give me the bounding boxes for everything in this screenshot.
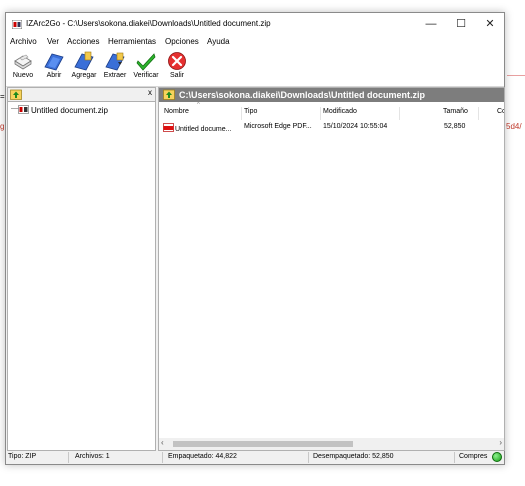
status-separator bbox=[454, 452, 455, 463]
horizontal-scrollbar[interactable]: ‹ › bbox=[159, 438, 504, 450]
menu-archivo[interactable]: Archivo bbox=[10, 37, 37, 46]
extract-button[interactable]: Extraer bbox=[98, 51, 132, 85]
pdf-file-icon bbox=[163, 123, 174, 132]
sort-indicator-icon: ^ bbox=[197, 102, 200, 108]
file-size-cell: 52,850 bbox=[444, 123, 466, 130]
new-archive-icon bbox=[14, 54, 32, 70]
column-separator[interactable] bbox=[399, 107, 400, 120]
add-button-label: Agregar bbox=[71, 72, 97, 79]
column-separator[interactable] bbox=[320, 107, 321, 120]
scroll-left-arrow-icon[interactable]: ‹ bbox=[161, 438, 164, 447]
scroll-right-arrow-icon[interactable]: › bbox=[499, 438, 502, 447]
column-header-modified[interactable]: Modificado bbox=[323, 108, 357, 115]
verify-button[interactable]: Verificar bbox=[129, 51, 163, 85]
status-packed-size: Empaquetado: 44,822 bbox=[168, 453, 237, 460]
open-button[interactable]: Abrir bbox=[37, 51, 71, 85]
status-ok-icon bbox=[492, 452, 502, 462]
current-path: C:\Users\sokona.diakei\Downloads\Untitle… bbox=[179, 90, 426, 100]
status-separator bbox=[308, 452, 309, 463]
check-icon bbox=[136, 53, 156, 71]
close-button[interactable]: ✕ bbox=[475, 13, 505, 36]
verify-button-label: Verificar bbox=[133, 72, 159, 79]
tree-item-archive[interactable]: Untitled document.zip bbox=[18, 105, 108, 115]
exit-icon bbox=[168, 52, 186, 70]
scrollbar-thumb[interactable] bbox=[173, 441, 353, 447]
folder-tree-pane: x Untitled document.zip bbox=[7, 87, 156, 451]
status-archive-type: Tipo: ZIP bbox=[8, 453, 37, 460]
exit-button[interactable]: Salir bbox=[160, 51, 194, 85]
background-text: 5d4/ bbox=[506, 122, 522, 131]
maximize-button[interactable]: ☐ bbox=[446, 13, 476, 36]
path-bar: C:\Users\sokona.diakei\Downloads\Untitle… bbox=[159, 88, 504, 102]
menu-opciones[interactable]: Opciones bbox=[165, 37, 199, 46]
title-bar[interactable]: IZArc2Go - C:\Users\sokona.diakei\Downlo… bbox=[6, 13, 504, 36]
minimize-button[interactable]: — bbox=[416, 13, 446, 36]
status-bar: Tipo: ZIP Archivos: 1 Empaquetado: 44,82… bbox=[6, 451, 504, 464]
toolbar: Nuevo Abrir Agregar Extraer Verificar Sa… bbox=[6, 50, 504, 87]
background-divider bbox=[507, 75, 525, 76]
column-header-size[interactable]: Tamaño bbox=[443, 108, 468, 115]
column-header-compressed[interactable]: Co bbox=[497, 108, 504, 115]
exit-button-label: Salir bbox=[169, 72, 184, 79]
menu-bar: Archivo Ver Acciones Herramientas Opcion… bbox=[6, 36, 504, 50]
status-separator bbox=[68, 452, 69, 463]
status-file-count: Archivos: 1 bbox=[75, 453, 110, 460]
folder-up-icon[interactable] bbox=[10, 89, 22, 100]
status-unpacked-size: Desempaquetado: 52,850 bbox=[313, 453, 394, 460]
extract-button-label: Extraer bbox=[103, 72, 127, 79]
extract-files-icon bbox=[105, 52, 125, 71]
tree-item-label: Untitled document.zip bbox=[31, 106, 108, 115]
tree-pane-close-button[interactable]: x bbox=[148, 88, 152, 97]
file-name-cell: Untitled docume... bbox=[163, 123, 231, 133]
column-header-type[interactable]: Tipo bbox=[244, 108, 257, 115]
open-button-label: Abrir bbox=[46, 72, 62, 79]
file-name: Untitled docume... bbox=[175, 126, 232, 133]
status-separator bbox=[162, 452, 163, 463]
zip-archive-icon bbox=[18, 105, 29, 114]
column-header-name[interactable]: Nombre bbox=[164, 108, 189, 115]
column-separator[interactable] bbox=[478, 107, 479, 120]
window-title: IZArc2Go - C:\Users\sokona.diakei\Downlo… bbox=[26, 19, 271, 28]
file-modified-cell: 15/10/2024 10:55:04 bbox=[323, 123, 388, 130]
izarc-window: IZArc2Go - C:\Users\sokona.diakei\Downlo… bbox=[5, 12, 505, 465]
menu-ayuda[interactable]: Ayuda bbox=[207, 37, 230, 46]
izarc-app-icon bbox=[12, 20, 22, 29]
add-button[interactable]: Agregar bbox=[67, 51, 101, 85]
file-type-cell: Microsoft Edge PDF... bbox=[244, 123, 312, 130]
status-compression-ratio: Compres bbox=[459, 453, 488, 460]
folder-up-icon[interactable] bbox=[163, 89, 175, 100]
open-folder-icon bbox=[44, 53, 64, 71]
new-button-label: Nuevo bbox=[12, 72, 34, 79]
menu-acciones[interactable]: Acciones bbox=[67, 37, 99, 46]
menu-ver[interactable]: Ver bbox=[47, 37, 59, 46]
tree-pane-header: x bbox=[8, 88, 155, 102]
menu-herramientas[interactable]: Herramientas bbox=[108, 37, 156, 46]
column-separator[interactable] bbox=[241, 107, 242, 120]
new-button[interactable]: Nuevo bbox=[6, 51, 40, 85]
add-files-icon bbox=[74, 51, 94, 71]
file-list-pane: C:\Users\sokona.diakei\Downloads\Untitle… bbox=[158, 87, 505, 451]
